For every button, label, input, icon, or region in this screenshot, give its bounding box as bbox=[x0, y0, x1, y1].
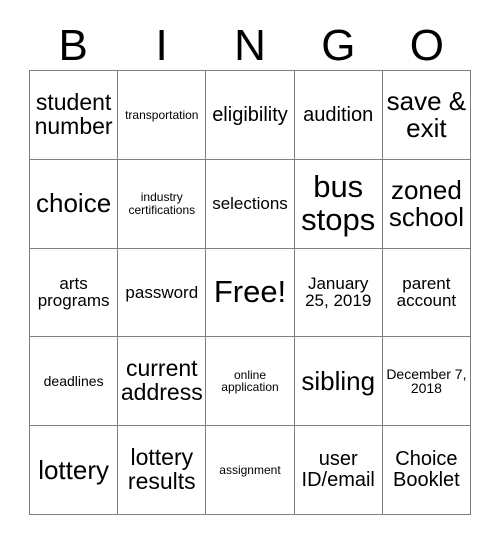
bingo-cell[interactable]: sibling bbox=[294, 337, 383, 427]
bingo-cell-label: password bbox=[125, 282, 199, 302]
bingo-cell[interactable]: password bbox=[118, 248, 207, 338]
bingo-cell-label: student number bbox=[34, 88, 113, 139]
bingo-header-letter-n: N bbox=[234, 21, 266, 70]
bingo-cell[interactable]: parent account bbox=[382, 248, 471, 338]
bingo-cell[interactable]: current address bbox=[118, 337, 207, 427]
bingo-card: B I N G O student number transportation … bbox=[0, 0, 500, 544]
bingo-cell[interactable]: student number bbox=[30, 71, 119, 160]
bingo-header-letter-i: I bbox=[155, 21, 168, 70]
bingo-cell-label: zoned school bbox=[388, 174, 464, 232]
bingo-cell-label: arts programs bbox=[37, 273, 110, 311]
bingo-cell-label: assignment bbox=[219, 462, 281, 477]
bingo-cell[interactable]: deadlines bbox=[30, 337, 119, 427]
bingo-cell[interactable]: lottery bbox=[30, 426, 119, 515]
bingo-cell[interactable]: assignment bbox=[206, 426, 295, 515]
bingo-cell[interactable]: arts programs bbox=[30, 248, 119, 338]
bingo-cell[interactable]: Choice Booklet bbox=[382, 426, 471, 515]
bingo-cell-label: industry certifications bbox=[128, 190, 196, 217]
bingo-cell[interactable]: selections bbox=[206, 159, 295, 249]
bingo-cell[interactable]: January 25, 2019 bbox=[294, 248, 383, 338]
bingo-header-row: B I N G O bbox=[29, 14, 471, 70]
bingo-cell-label: audition bbox=[303, 103, 374, 126]
bingo-header-letter-o: O bbox=[409, 21, 444, 70]
bingo-cell[interactable]: choice bbox=[30, 159, 119, 249]
bingo-cell-label: bus stops bbox=[301, 169, 376, 237]
bingo-cell-label: eligibility bbox=[212, 103, 288, 126]
bingo-cell-label: current address bbox=[120, 355, 203, 406]
bingo-cell[interactable]: save & exit bbox=[382, 71, 471, 160]
bingo-cell-label: January 25, 2019 bbox=[305, 273, 372, 311]
bingo-cell[interactable]: lottery results bbox=[118, 426, 207, 515]
bingo-cell-label: choice bbox=[36, 188, 112, 219]
bingo-cell-label: sibling bbox=[301, 365, 376, 396]
bingo-cell[interactable]: December 7, 2018 bbox=[382, 337, 471, 427]
bingo-cell-free-space[interactable]: Free! bbox=[206, 248, 295, 338]
bingo-cell-label: user ID/email bbox=[301, 448, 375, 492]
bingo-cell-label: transportation bbox=[125, 107, 199, 122]
bingo-cell[interactable]: user ID/email bbox=[294, 426, 383, 515]
bingo-cell-label: Free! bbox=[213, 274, 287, 310]
bingo-cell[interactable]: industry certifications bbox=[118, 159, 207, 249]
bingo-cell-label: Choice Booklet bbox=[393, 448, 460, 492]
bingo-cell-label: save & exit bbox=[386, 85, 467, 143]
bingo-cell[interactable]: zoned school bbox=[382, 159, 471, 249]
bingo-cell-label: online application bbox=[221, 367, 279, 395]
bingo-cell[interactable]: transportation bbox=[118, 71, 207, 160]
bingo-cell[interactable]: online application bbox=[206, 337, 295, 427]
bingo-cell[interactable]: audition bbox=[294, 71, 383, 160]
bingo-cell-label: parent account bbox=[396, 273, 457, 311]
bingo-header-letter-g: G bbox=[321, 21, 356, 70]
bingo-cell-label: deadlines bbox=[43, 373, 104, 390]
bingo-grid: student number transportation eligibilit… bbox=[29, 70, 471, 515]
bingo-cell-label: lottery bbox=[38, 454, 109, 485]
bingo-cell-label: December 7, 2018 bbox=[386, 365, 467, 397]
bingo-cell-label: selections bbox=[212, 193, 288, 213]
bingo-cell[interactable]: bus stops bbox=[294, 159, 383, 249]
bingo-header-letter-b: B bbox=[58, 21, 88, 70]
bingo-cell[interactable]: eligibility bbox=[206, 71, 295, 160]
bingo-cell-label: lottery results bbox=[127, 444, 196, 495]
